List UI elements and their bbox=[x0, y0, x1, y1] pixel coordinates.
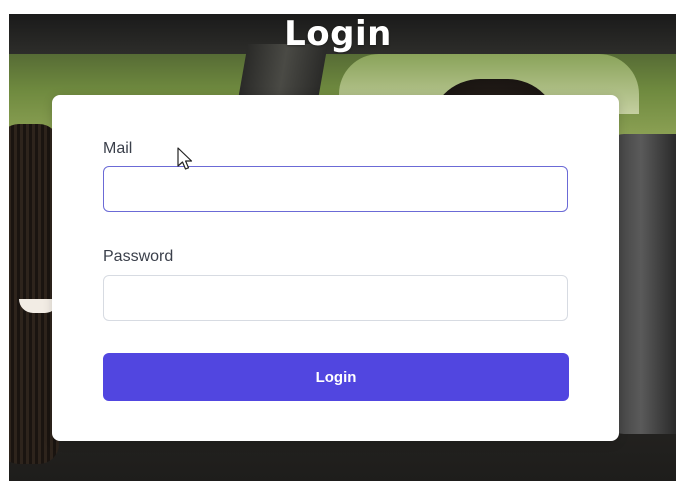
password-input[interactable] bbox=[103, 275, 568, 321]
page-title: Login bbox=[284, 14, 392, 54]
mail-input[interactable] bbox=[103, 166, 568, 212]
password-label: Password bbox=[103, 248, 174, 265]
mail-label: Mail bbox=[103, 140, 133, 157]
login-page: Login Mail Password Login bbox=[0, 0, 676, 481]
login-card: Mail Password Login bbox=[52, 95, 619, 441]
login-button[interactable]: Login bbox=[103, 353, 569, 401]
